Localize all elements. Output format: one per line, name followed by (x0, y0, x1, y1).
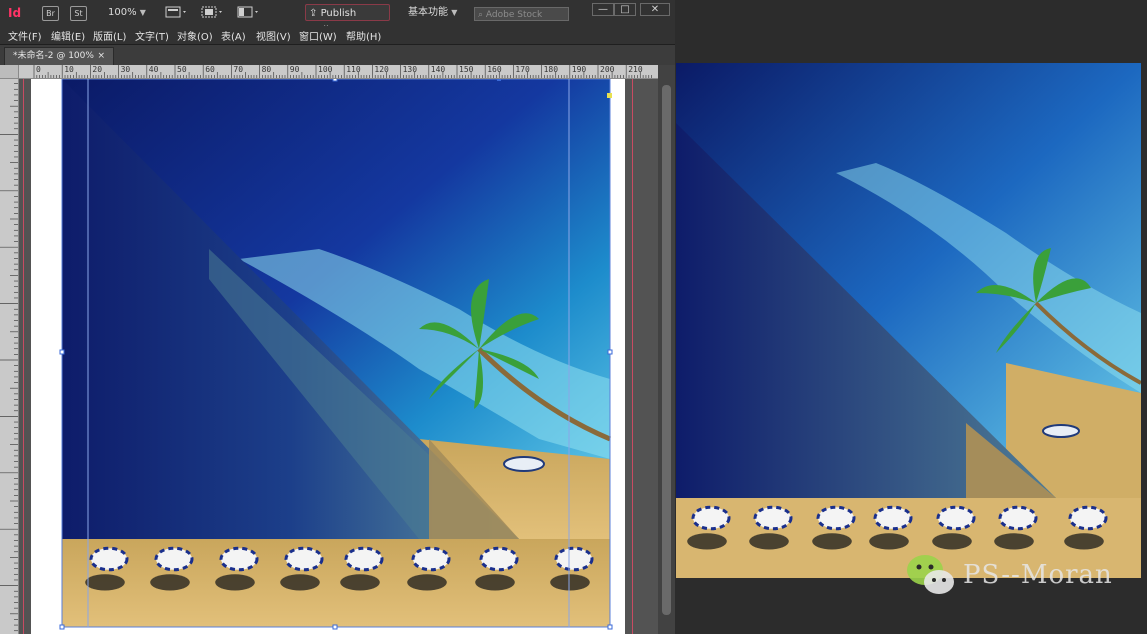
frame-handle (497, 79, 501, 81)
ruler-label: 50 (177, 65, 187, 74)
adobe-stock-search[interactable]: ⌕ Adobe Stock (474, 7, 569, 21)
ruler-label: 10 (64, 65, 74, 74)
boat (503, 456, 545, 472)
vertical-ruler-ticks (0, 77, 18, 632)
horizontal-ruler[interactable]: 0 10 20 30 40 50 60 70 80 90 100 110 120 130 140 150 160… (18, 65, 658, 79)
menu-window[interactable]: 窗口(W) (299, 28, 337, 43)
ruler-label: 160 (487, 65, 502, 74)
placed-image-frame[interactable] (19, 79, 657, 634)
document-tab-bar: *未命名-2 @ 100% × (0, 45, 675, 65)
menu-bar: 文件(F) 编辑(E) 版面(L) 文字(T) 对象(O) 表(A) 视图(V)… (0, 26, 675, 45)
menu-table[interactable]: 表(A) (221, 28, 246, 43)
ruler-label: 200 (600, 65, 615, 74)
upload-icon: ⇪ (309, 8, 318, 19)
workspace-switcher[interactable]: 基本功能 ▼ (408, 4, 457, 22)
ruler-ticks (33, 65, 652, 78)
preview-image (676, 63, 1141, 578)
ruler-label: 70 (233, 65, 244, 74)
frame-handle (59, 624, 65, 630)
ruler-label: 60 (205, 65, 215, 74)
ruler-label: 0 (36, 65, 41, 74)
menu-edit[interactable]: 编辑(E) (51, 28, 85, 43)
document-tab[interactable]: *未命名-2 @ 100% × (4, 47, 114, 65)
ruler-label: 170 (515, 65, 530, 74)
ruler-label: 20 (92, 65, 103, 74)
stock-search-placeholder: Adobe Stock (485, 10, 543, 20)
frame-handle (607, 624, 613, 630)
bottom-beach (62, 539, 610, 627)
ruler-label: 180 (543, 65, 559, 74)
frame-handle (332, 79, 338, 82)
indesign-logo: Id (8, 6, 22, 20)
ruler-label: 140 (430, 65, 446, 74)
stock-button[interactable]: St (70, 6, 87, 21)
application-bar: Id Br St 100% ▼ ⇪ Publish Online 基本功能 ▼ … (0, 0, 675, 36)
vertical-scrollbar[interactable] (658, 65, 675, 634)
ruler-label: 90 (289, 65, 300, 74)
frame-handle (332, 624, 338, 630)
zoom-value: 100% (108, 7, 137, 18)
arrange-documents-button[interactable] (237, 6, 259, 19)
zoom-level[interactable]: 100% ▼ (108, 4, 146, 22)
maximize-button[interactable]: □ (614, 3, 636, 16)
ruler-label: 40 (148, 65, 159, 74)
menu-view[interactable]: 视图(V) (256, 28, 291, 43)
chevron-down-icon: ▼ (139, 8, 146, 17)
watermark-text: PS--Moran (963, 560, 1113, 590)
scrollbar-thumb[interactable] (662, 85, 671, 615)
arrange-documents-icon (237, 6, 258, 18)
menu-help[interactable]: 帮助(H) (346, 28, 381, 43)
screen-mode-icon (201, 6, 222, 18)
indesign-window: Id Br St 100% ▼ ⇪ Publish Online 基本功能 ▼ … (0, 0, 675, 634)
menu-layout[interactable]: 版面(L) (93, 28, 126, 43)
ruler-label: 110 (346, 65, 361, 74)
close-button[interactable]: ✕ (640, 3, 670, 16)
pasteboard (19, 79, 657, 634)
frame-handle (607, 349, 613, 355)
menu-type[interactable]: 文字(T) (135, 28, 169, 43)
vertical-ruler[interactable] (0, 65, 19, 634)
wechat-icon (907, 555, 954, 594)
document-tab-title: *未命名-2 @ 100% (13, 51, 94, 61)
ruler-label: 80 (261, 65, 272, 74)
publish-online-button[interactable]: ⇪ Publish Online (305, 4, 390, 36)
bridge-button[interactable]: Br (42, 6, 59, 21)
view-options-button[interactable] (165, 6, 187, 19)
ruler-origin[interactable] (0, 65, 19, 79)
ruler-label: 150 (459, 65, 474, 74)
menu-object[interactable]: 对象(O) (177, 28, 213, 43)
watermark: PS--Moran (905, 552, 1145, 598)
menu-file[interactable]: 文件(F) (8, 28, 42, 43)
search-icon: ⌕ (478, 10, 484, 20)
frame-corner-handle (607, 93, 612, 98)
workspace-label: 基本功能 (408, 7, 448, 18)
screen-mode-button[interactable] (201, 6, 223, 19)
frame-handle (59, 349, 65, 355)
close-tab-icon[interactable]: × (97, 48, 105, 64)
ruler-label: 210 (628, 65, 643, 74)
ruler-label: 100 (318, 65, 333, 74)
chevron-down-icon: ▼ (451, 8, 458, 17)
ruler-label: 130 (402, 65, 418, 74)
view-options-icon (165, 6, 186, 18)
ruler-label: 190 (571, 65, 587, 74)
minimize-button[interactable]: — (592, 3, 614, 16)
ruler-label: 120 (374, 65, 389, 74)
ruler-label: 30 (120, 65, 131, 74)
